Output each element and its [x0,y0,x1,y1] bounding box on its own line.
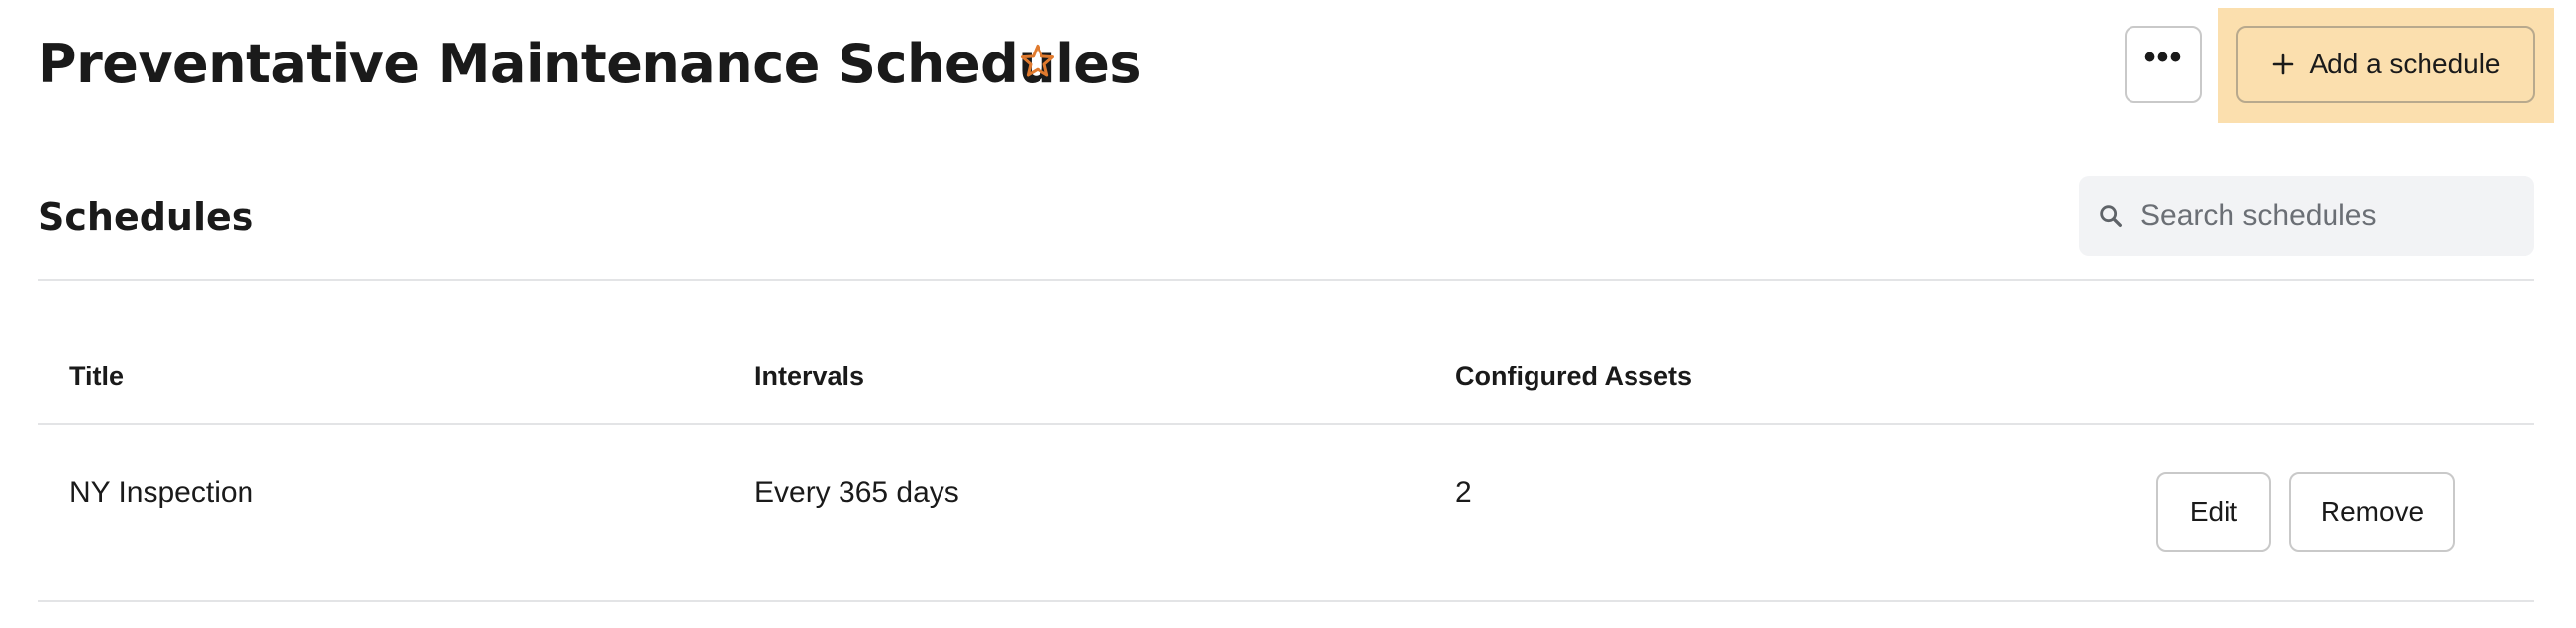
add-schedule-button[interactable]: Add a schedule [2236,26,2535,103]
cell-title: NY Inspection [69,476,254,509]
table-header-divider [38,423,2534,425]
search-icon [2100,205,2122,227]
remove-button[interactable]: Remove [2289,472,2455,552]
search-box [2079,176,2534,256]
page-title: Preventative Maintenance Schedules [38,33,1140,95]
edit-button[interactable]: Edit [2156,472,2271,552]
table-row-divider [38,600,2534,602]
more-options-button[interactable]: ••• [2125,26,2202,103]
add-schedule-label: Add a schedule [2309,49,2501,79]
section-title: Schedules [38,195,254,239]
column-header-intervals: Intervals [754,362,865,391]
cell-interval: Every 365 days [754,476,959,509]
more-horizontal-icon: ••• [2143,39,2183,76]
search-input[interactable] [2140,199,2517,233]
cell-configured-assets: 2 [1455,476,1472,509]
section-divider [38,279,2534,281]
plus-icon [2273,53,2294,75]
column-header-title: Title [69,362,125,391]
page: Preventative Maintenance Schedules ••• A… [0,0,2576,628]
column-header-configured-assets: Configured Assets [1455,362,1693,391]
star-icon[interactable] [1018,42,1057,81]
